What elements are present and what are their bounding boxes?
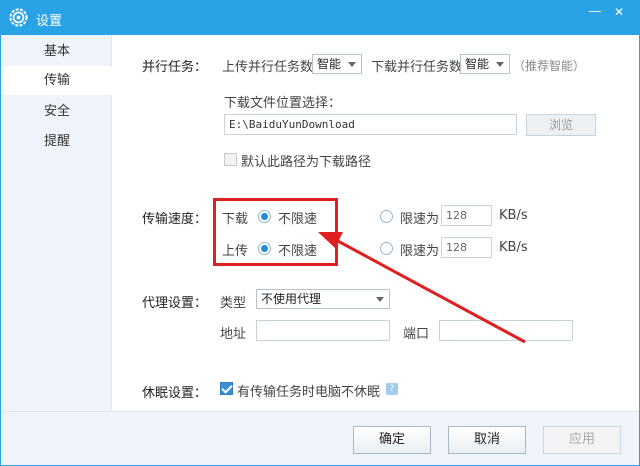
window-title: 设置 bbox=[36, 14, 63, 29]
window-frame bbox=[0, 35, 640, 466]
settings-gear-icon bbox=[9, 8, 28, 27]
close-button[interactable]: ✕ bbox=[608, 2, 630, 22]
minimize-button[interactable]: — bbox=[584, 2, 606, 22]
title-bar: 设置 — ✕ bbox=[0, 0, 640, 35]
